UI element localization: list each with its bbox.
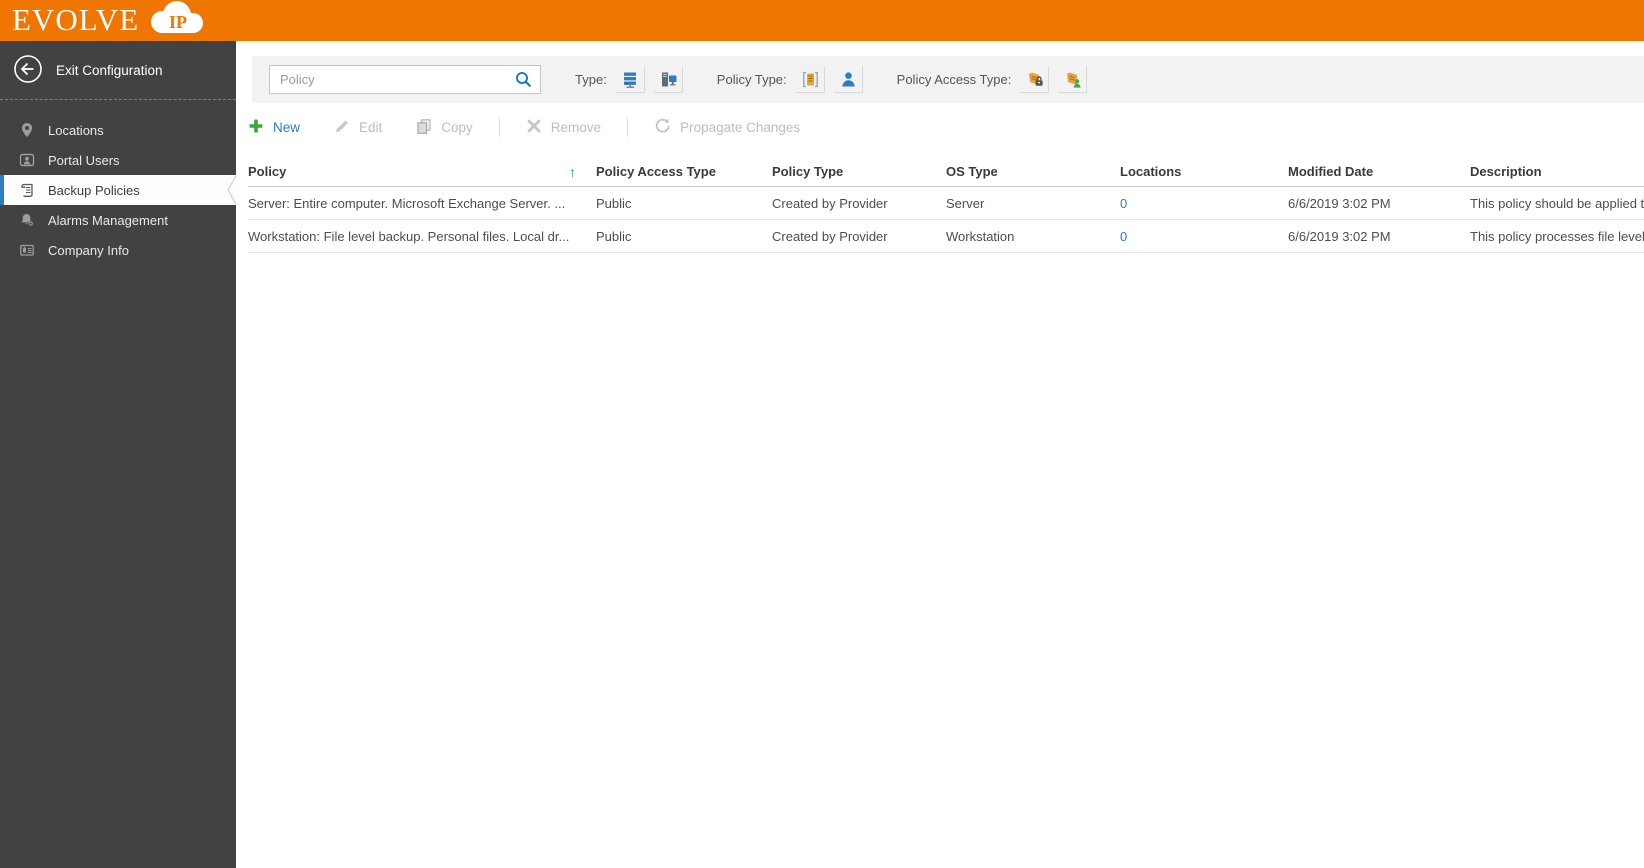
logo-text: EVOLVE (12, 2, 140, 37)
policies-table: Policy ↑ Policy Access Type Policy Type … (248, 157, 1644, 253)
sidebar-item-company-info[interactable]: Company Info (0, 235, 236, 265)
x-icon (526, 118, 542, 137)
sidebar-item-locations[interactable]: Locations (0, 115, 236, 145)
server-icon[interactable] (615, 66, 645, 93)
sidebar-item-alarms-management[interactable]: Alarms Management (0, 205, 236, 235)
refresh-icon (654, 117, 671, 137)
search-icon[interactable] (515, 71, 532, 93)
filter-group-type: Type: (575, 66, 683, 93)
os-type-cell: Server (946, 195, 985, 211)
filter-group-policy-access-type: Policy Access Type: (897, 66, 1088, 93)
selected-item-notch (227, 175, 236, 205)
private-policy-lock-icon[interactable] (1020, 66, 1050, 93)
company-info-icon (18, 242, 35, 259)
sidebar-item-label: Backup Policies (48, 182, 140, 198)
policy-type-filter-label: Policy Type: (716, 72, 787, 87)
sidebar-item-label: Locations (48, 122, 104, 138)
locations-count-link[interactable]: 0 (1120, 196, 1127, 211)
svg-text:IP: IP (169, 12, 187, 32)
cloud-ip-icon: IP (145, 0, 207, 41)
modified-date-cell: 6/6/2019 3:02 PM (1288, 195, 1391, 211)
os-type-cell: Workstation (946, 228, 1015, 244)
sidebar-menu: Locations Portal Users Backup Policies A… (0, 115, 236, 265)
access-type-cell: Public (596, 228, 632, 244)
edit-button[interactable]: Edit (334, 118, 382, 137)
action-separator (498, 117, 500, 137)
sidebar-item-label: Portal Users (48, 152, 120, 168)
sidebar-item-backup-policies[interactable]: Backup Policies (0, 175, 236, 205)
propagate-changes-button[interactable]: Propagate Changes (654, 117, 800, 137)
policy-scroll-icon (18, 182, 35, 199)
policy-type-cell: Created by Provider (772, 195, 888, 211)
copy-button[interactable]: Copy (416, 118, 473, 137)
action-separator (627, 117, 629, 137)
action-bar: New Edit Copy Remove Propagate Changes (248, 113, 1644, 141)
table-row[interactable]: Server: Entire computer. Microsoft Excha… (248, 187, 1644, 220)
user-policy-icon[interactable] (833, 66, 863, 93)
copy-label: Copy (441, 119, 473, 135)
new-button[interactable]: New (248, 118, 300, 137)
type-filter-label: Type: (575, 72, 607, 87)
back-arrow-icon (13, 54, 43, 87)
exit-configuration-label: Exit Configuration (56, 62, 163, 78)
workstation-icon[interactable] (653, 66, 683, 93)
provider-policy-icon[interactable] (795, 66, 825, 93)
remove-label: Remove (550, 119, 602, 135)
pencil-icon (334, 118, 350, 137)
search-input[interactable] (269, 65, 541, 94)
policy-cell: Server: Entire computer. Microsoft Excha… (248, 195, 566, 211)
filter-group-policy-type: Policy Type: (717, 66, 863, 93)
sort-ascending-icon[interactable]: ↑ (569, 164, 576, 180)
column-header-locations[interactable]: Locations (1120, 164, 1288, 179)
evolve-ip-logo: EVOLVE IP (12, 0, 207, 41)
access-type-cell: Public (596, 195, 632, 211)
edit-label: Edit (359, 119, 383, 135)
table-row[interactable]: Workstation: File level backup. Personal… (248, 220, 1644, 253)
locations-count-link[interactable]: 0 (1120, 229, 1127, 244)
column-header-os-type[interactable]: OS Type (946, 164, 1120, 179)
copy-icon (416, 118, 432, 137)
column-header-policy-access-type[interactable]: Policy Access Type (596, 164, 772, 179)
column-header-policy[interactable]: Policy ↑ (248, 164, 596, 180)
remove-button[interactable]: Remove (526, 118, 601, 137)
top-bar: EVOLVE IP (0, 0, 1644, 41)
plus-icon (248, 118, 264, 137)
portal-user-icon (18, 152, 35, 169)
exit-configuration-button[interactable]: Exit Configuration (0, 41, 236, 100)
public-policy-user-icon[interactable] (1058, 66, 1088, 93)
sidebar-item-label: Company Info (48, 242, 129, 258)
propagate-changes-label: Propagate Changes (680, 119, 801, 135)
column-header-description[interactable]: Description (1470, 164, 1644, 179)
description-cell: This policy should be applied to servers (1470, 195, 1644, 211)
column-header-policy-type[interactable]: Policy Type (772, 164, 946, 179)
sidebar-item-portal-users[interactable]: Portal Users (0, 145, 236, 175)
location-pin-icon (18, 122, 35, 139)
policy-type-cell: Created by Provider (772, 228, 888, 244)
alarm-bell-icon (18, 212, 35, 229)
new-label: New (273, 119, 301, 135)
column-header-modified-date[interactable]: Modified Date (1288, 164, 1470, 179)
policy-search (269, 65, 541, 94)
policy-access-type-filter-label: Policy Access Type: (896, 72, 1012, 87)
modified-date-cell: 6/6/2019 3:02 PM (1288, 228, 1391, 244)
table-header-row: Policy ↑ Policy Access Type Policy Type … (248, 157, 1644, 187)
main-content: Type: (236, 41, 1644, 868)
policy-cell: Workstation: File level backup. Personal… (248, 228, 570, 244)
sidebar: Exit Configuration Locations Portal User… (0, 41, 236, 868)
sidebar-item-label: Alarms Management (48, 212, 168, 228)
filter-toolbar: Type: (252, 56, 1644, 103)
description-cell: This policy processes file level backups (1470, 228, 1644, 244)
